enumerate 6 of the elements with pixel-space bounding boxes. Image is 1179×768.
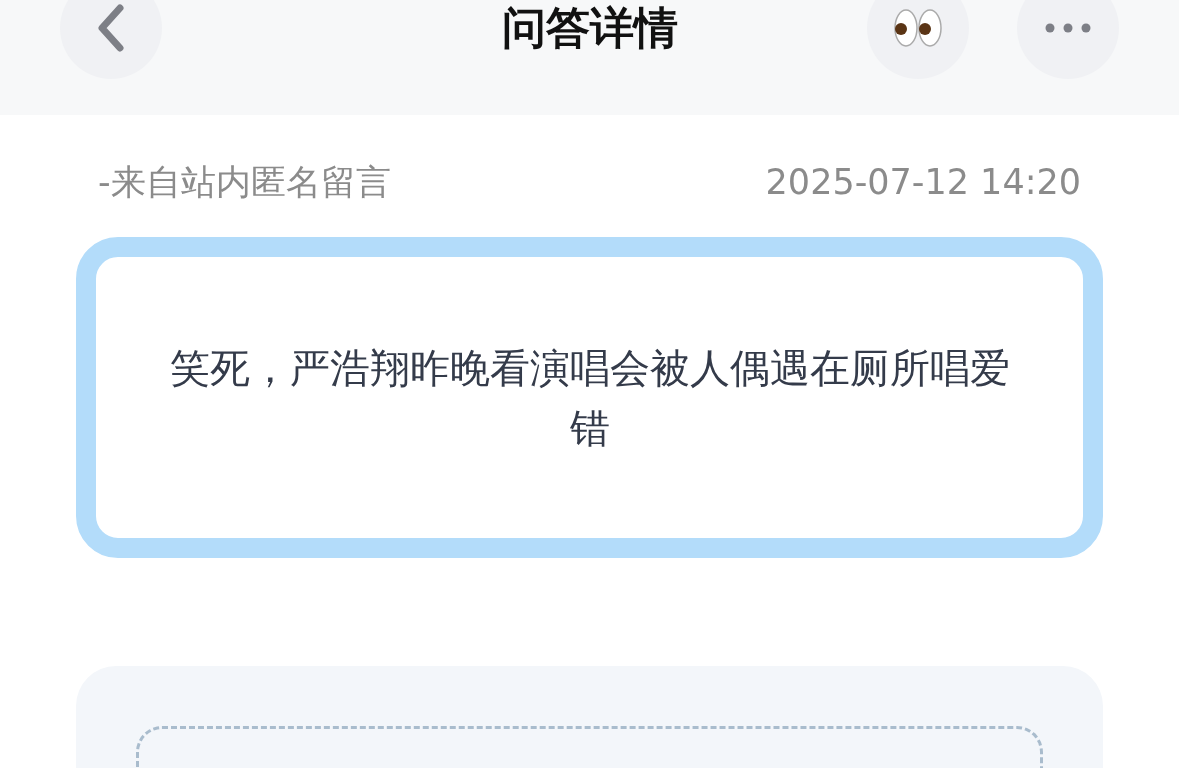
message-source: -来自站内匿名留言 bbox=[98, 161, 391, 203]
eyes-icon bbox=[893, 7, 943, 49]
more-icon bbox=[1045, 23, 1091, 33]
page-title: 问答详情 bbox=[500, 4, 679, 52]
message-time: 2025-07-12 14:20 bbox=[765, 161, 1081, 203]
question-text: 笑死，严浩翔昨晚看演唱会被人偶遇在厕所唱爱错 bbox=[168, 343, 1011, 453]
